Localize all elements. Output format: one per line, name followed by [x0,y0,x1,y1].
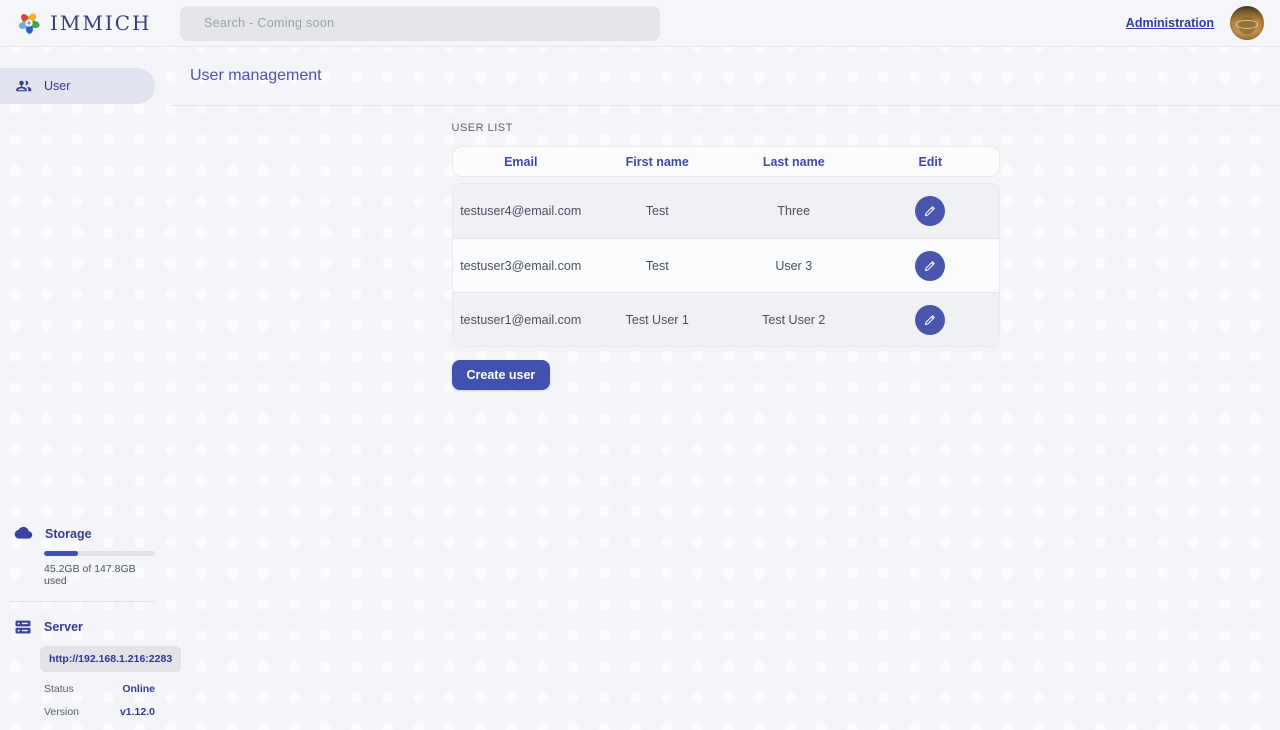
storage-progress-fill [44,551,78,556]
pencil-icon [923,259,937,273]
cell-first-name: Test [589,259,726,273]
cell-last-name: User 3 [726,259,863,273]
column-header-email: Email [453,155,590,169]
cell-first-name: Test [589,204,726,218]
search-input[interactable] [180,6,660,41]
cell-last-name: Three [726,204,863,218]
storage-progress-bar [44,551,155,556]
pencil-icon [923,204,937,218]
main-content: User management USER LIST Email First na… [171,47,1280,730]
edit-user-button[interactable] [915,196,945,226]
column-header-first-name: First name [589,155,726,169]
edit-user-button[interactable] [915,305,945,335]
sidebar-item-user-label: User [44,79,70,93]
page-title: User management [190,67,322,85]
sidebar-divider [10,601,155,602]
app-logo[interactable]: IMMICH [0,10,180,36]
user-table-header: Email First name Last name Edit [452,146,1000,177]
search-bar [180,6,660,41]
table-row: testuser3@email.com Test User 3 [453,238,999,292]
cell-first-name: Test User 1 [589,313,726,327]
column-header-edit: Edit [862,155,999,169]
cell-email: testuser3@email.com [453,259,590,273]
administration-link[interactable]: Administration [1126,16,1214,30]
server-status-value: Online [122,683,155,695]
edit-user-button[interactable] [915,251,945,281]
app-header: IMMICH Administration [0,0,1280,47]
user-avatar[interactable] [1230,6,1264,40]
user-table-rows: testuser4@email.com Test Three [452,183,1000,347]
server-icon [14,618,32,636]
server-status-label: Status [44,683,74,695]
server-title: Server [44,620,83,634]
cell-last-name: Test User 2 [726,313,863,327]
immich-logo-icon [16,10,42,36]
server-version-label: Version [44,706,79,718]
table-row: testuser1@email.com Test User 1 Test Use… [453,292,999,346]
user-list-label: USER LIST [452,122,1000,134]
page-titlebar: User management [171,47,1280,106]
app-logo-text: IMMICH [50,11,152,35]
cloud-icon [14,524,33,543]
storage-usage-text: 45.2GB of 147.8GB used [44,563,155,587]
server-url-chip[interactable]: http://192.168.1.216:2283 [40,646,181,672]
create-user-button[interactable]: Create user [452,360,551,390]
users-icon [14,77,32,95]
pencil-icon [923,313,937,327]
storage-title: Storage [45,527,92,541]
cell-email: testuser1@email.com [453,313,590,327]
admin-sidebar: User Storage 45.2GB of 147.8GB used [0,47,171,730]
column-header-last-name: Last name [726,155,863,169]
server-version-value: v1.12.0 [120,706,155,718]
table-row: testuser4@email.com Test Three [453,184,999,238]
cell-email: testuser4@email.com [453,204,590,218]
sidebar-item-user[interactable]: User [0,68,155,104]
